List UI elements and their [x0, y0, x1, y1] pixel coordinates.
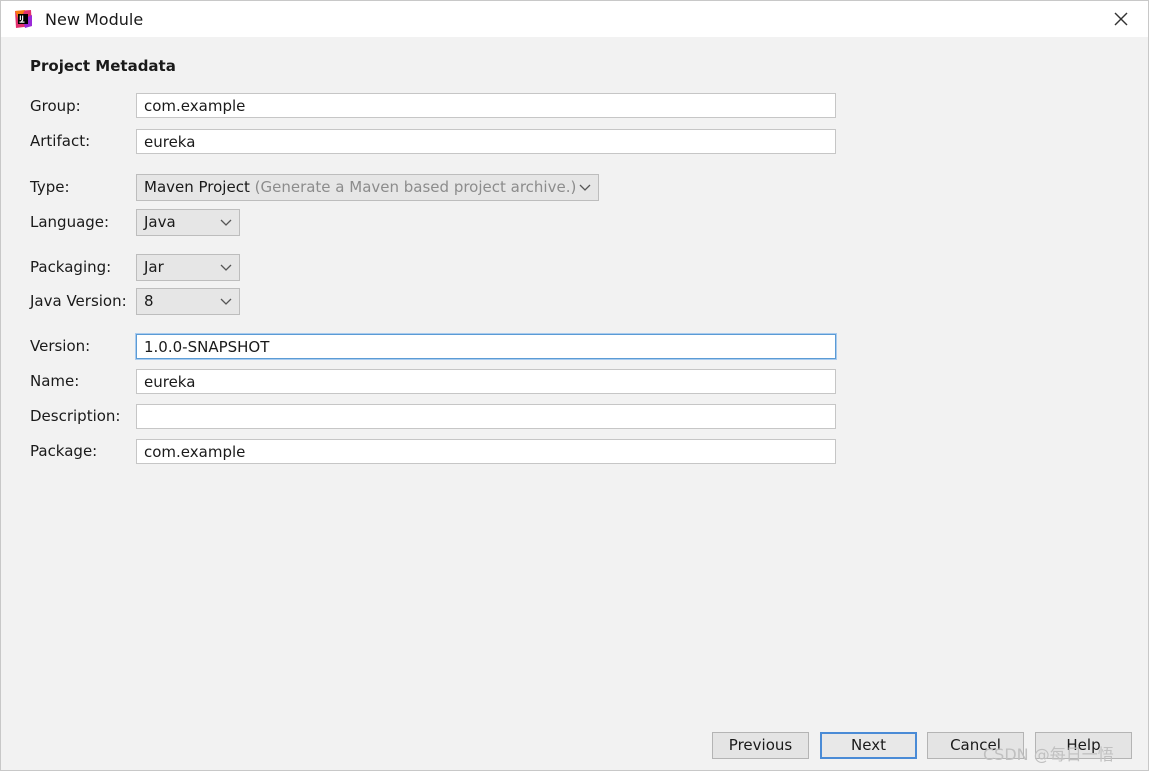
artifact-label: Artifact: [30, 132, 91, 150]
version-label: Version: [30, 337, 91, 355]
chevron-down-icon [220, 264, 232, 271]
language-select[interactable]: Java [136, 209, 240, 236]
version-field[interactable] [136, 334, 836, 359]
name-field[interactable] [136, 369, 836, 394]
type-label: Type: [30, 178, 70, 196]
title-bar: IJ New Module [1, 1, 1148, 37]
packaging-value: Jar [144, 258, 164, 276]
java-version-label: Java Version: [30, 292, 127, 310]
type-hint: (Generate a Maven based project archive.… [254, 178, 577, 196]
new-module-dialog: IJ New Module Project Metadata Group: Ar… [0, 0, 1149, 771]
java-version-select[interactable]: 8 [136, 288, 240, 315]
package-field[interactable] [136, 439, 836, 464]
window-title: New Module [45, 10, 144, 29]
previous-button[interactable]: Previous [712, 732, 809, 759]
intellij-app-icon: IJ [15, 10, 32, 28]
package-label: Package: [30, 442, 98, 460]
java-version-value: 8 [144, 292, 154, 310]
section-title: Project Metadata [30, 57, 176, 75]
language-value: Java [144, 213, 176, 231]
close-button[interactable] [1106, 5, 1136, 33]
description-label: Description: [30, 407, 121, 425]
artifact-field[interactable] [136, 129, 836, 154]
group-label: Group: [30, 97, 81, 115]
close-icon [1114, 12, 1128, 26]
type-value: Maven Project [144, 178, 250, 196]
chevron-down-icon [220, 219, 232, 226]
packaging-select[interactable]: Jar [136, 254, 240, 281]
group-field[interactable] [136, 93, 836, 118]
type-select[interactable]: Maven Project (Generate a Maven based pr… [136, 174, 599, 201]
chevron-down-icon [220, 298, 232, 305]
svg-text:IJ: IJ [19, 15, 23, 22]
name-label: Name: [30, 372, 80, 390]
packaging-label: Packaging: [30, 258, 112, 276]
language-label: Language: [30, 213, 110, 231]
next-button[interactable]: Next [820, 732, 917, 759]
watermark: CSDN @每日一悟 [983, 745, 1114, 764]
description-field[interactable] [136, 404, 836, 429]
chevron-down-icon [579, 184, 591, 191]
